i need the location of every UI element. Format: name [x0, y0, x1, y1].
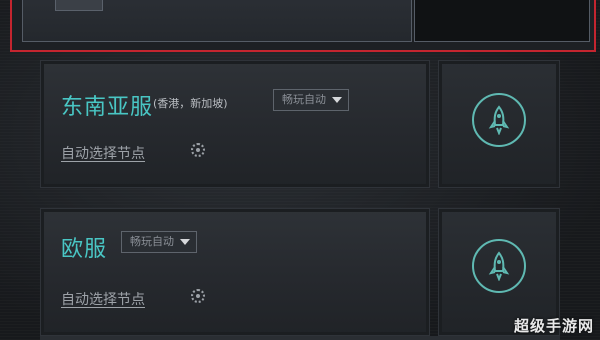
- server-name: 欧服: [61, 237, 108, 262]
- selected-server-row[interactable]: [10, 0, 596, 52]
- server-name: 东南亚服: [61, 95, 154, 120]
- gear-icon[interactable]: [191, 289, 205, 303]
- next-card-edge: [40, 336, 560, 340]
- auto-select-node-link[interactable]: 自动选择节点: [61, 289, 145, 309]
- server-card-southeast-asia[interactable]: 东南亚服 (香港，新加坡) 畅玩自动 自动选择节点: [40, 60, 430, 188]
- mode-value: 畅玩自动: [282, 93, 326, 106]
- rocket-icon: [472, 93, 526, 147]
- chevron-down-icon: [180, 239, 190, 245]
- gear-icon[interactable]: [191, 143, 205, 157]
- server-label-chip: [55, 0, 103, 11]
- watermark: 超级手游网: [513, 317, 594, 335]
- rocket-icon: [472, 239, 526, 293]
- mode-dropdown[interactable]: 畅玩自动: [273, 89, 349, 111]
- chevron-down-icon: [332, 97, 342, 103]
- mode-value: 畅玩自动: [130, 235, 174, 248]
- auto-select-node-link[interactable]: 自动选择节点: [61, 143, 145, 163]
- server-card-europe[interactable]: 欧服 畅玩自动 自动选择节点: [40, 208, 430, 336]
- mode-dropdown[interactable]: 畅玩自动: [121, 231, 197, 253]
- launch-button-southeast-asia[interactable]: [438, 60, 560, 188]
- selected-server-card[interactable]: [22, 0, 412, 42]
- selected-launch-panel[interactable]: [414, 0, 590, 42]
- server-regions: (香港，新加坡): [153, 97, 228, 110]
